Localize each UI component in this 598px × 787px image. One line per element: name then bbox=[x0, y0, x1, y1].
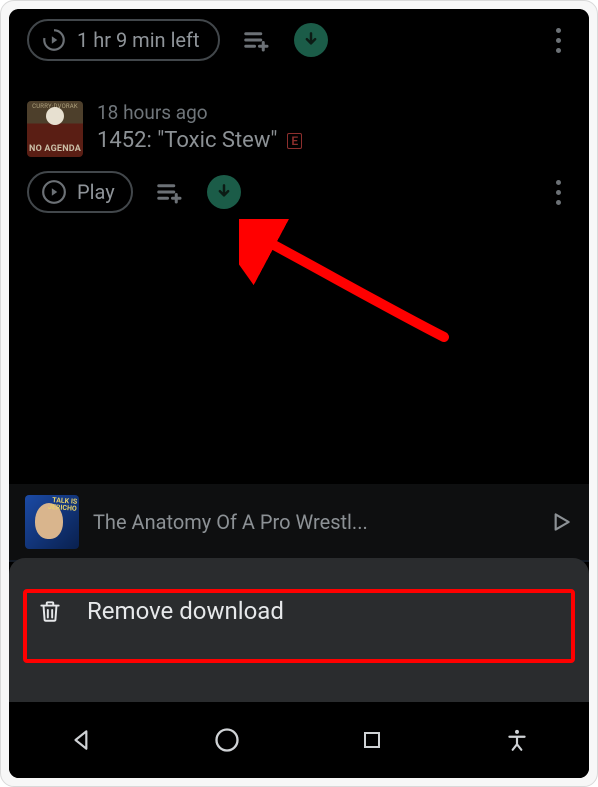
add-to-queue-button-2[interactable] bbox=[155, 177, 185, 207]
mini-player-play-button[interactable] bbox=[547, 509, 573, 535]
episode-card[interactable]: CURRY·DVORAK NO AGENDA 18 hours ago 1452… bbox=[9, 83, 589, 163]
trash-icon bbox=[37, 596, 63, 626]
episode-overflow-button-2[interactable] bbox=[556, 180, 571, 205]
explicit-badge: E bbox=[287, 133, 302, 149]
downloaded-indicator-2[interactable] bbox=[207, 175, 241, 209]
mini-art-label: TALK IS JERICHO bbox=[25, 495, 77, 513]
mini-player[interactable]: TALK IS JERICHO The Anatomy Of A Pro Wre… bbox=[9, 484, 589, 562]
nav-accessibility-button[interactable] bbox=[493, 716, 541, 764]
nav-home-button[interactable] bbox=[203, 716, 251, 764]
resume-time-left: 1 hr 9 min left bbox=[77, 28, 200, 52]
episode-age: 18 hours ago bbox=[97, 101, 302, 124]
nav-recents-button[interactable] bbox=[348, 716, 396, 764]
android-navbar bbox=[9, 702, 589, 778]
remove-download-item[interactable]: Remove download bbox=[17, 580, 581, 642]
bottom-sheet: Remove download bbox=[9, 558, 589, 702]
downloaded-indicator[interactable] bbox=[294, 23, 328, 57]
episode-actions-row: Play bbox=[9, 163, 589, 223]
add-to-queue-button[interactable] bbox=[242, 25, 272, 55]
episode-overflow-button[interactable] bbox=[556, 28, 571, 53]
remove-download-label: Remove download bbox=[87, 597, 284, 625]
mini-player-title: The Anatomy Of A Pro Wrestl... bbox=[93, 510, 533, 534]
play-button[interactable]: Play bbox=[27, 171, 133, 213]
episode-actions-row-top: 1 hr 9 min left bbox=[9, 9, 589, 83]
play-icon bbox=[41, 179, 67, 205]
play-label: Play bbox=[77, 180, 115, 204]
episode-artwork: CURRY·DVORAK NO AGENDA bbox=[27, 101, 83, 157]
mini-player-artwork: TALK IS JERICHO bbox=[25, 495, 79, 549]
resume-progress-icon bbox=[41, 27, 67, 53]
resume-button[interactable]: 1 hr 9 min left bbox=[27, 19, 220, 61]
artwork-bottom-text: NO AGENDA bbox=[27, 144, 83, 154]
nav-back-button[interactable] bbox=[58, 716, 106, 764]
episode-title: 1452: "Toxic Stew" bbox=[97, 128, 277, 153]
